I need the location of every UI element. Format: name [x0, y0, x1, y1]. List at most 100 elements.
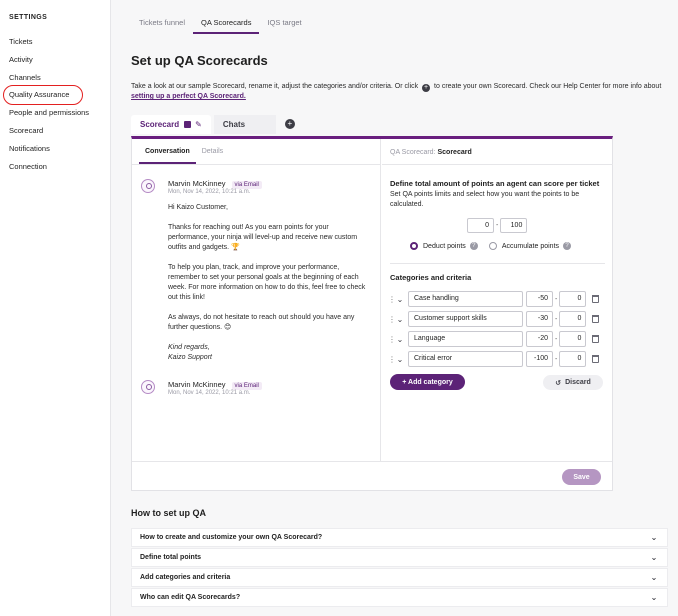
criterion-row: ⋮ ⌄ Critical error -100 - 0: [388, 351, 608, 367]
accordion-item[interactable]: Add categories and criteria ⌄: [131, 568, 668, 587]
message-sender: Marvin McKinney via Email: [168, 179, 262, 189]
range-dash: -: [555, 335, 558, 343]
criterion-max-input[interactable]: 0: [559, 351, 587, 367]
drag-handle-icon[interactable]: ⋮: [388, 295, 396, 304]
message-sign-2: Kaizo Support: [168, 354, 212, 361]
intro-after: to create your own Scorecard. Check our …: [434, 83, 662, 90]
discard-button[interactable]: ↺ Discard: [543, 375, 603, 390]
help-center-link[interactable]: setting up a perfect QA Scorecard.: [131, 93, 246, 100]
intro-text: Take a look at our sample Scorecard, ren…: [131, 82, 671, 102]
points-description: Set QA points limits and select how you …: [390, 191, 580, 208]
criterion-name-input[interactable]: Customer support skills: [408, 311, 523, 327]
deduct-label: Deduct points: [423, 242, 466, 250]
criterion-name-input[interactable]: Critical error: [408, 351, 523, 367]
criterion-name-input[interactable]: Language: [408, 331, 523, 347]
drag-handle-icon[interactable]: ⋮: [388, 315, 396, 324]
criterion-min-input[interactable]: -100: [526, 351, 553, 367]
accordion-label: Define total points: [140, 554, 202, 561]
chevron-down-icon[interactable]: ⌄: [395, 295, 405, 304]
sender-name: Marvin McKinney: [168, 179, 226, 188]
sidebar-item-people-and-permissions[interactable]: People and permissions: [0, 104, 110, 122]
criterion-name-input[interactable]: Case handling: [408, 291, 523, 307]
drag-handle-icon[interactable]: ⋮: [388, 355, 396, 364]
via-email-badge: via Email: [231, 382, 262, 390]
sidebar-item-channels[interactable]: Channels: [0, 69, 110, 87]
sidebar-item-connection[interactable]: Connection: [0, 158, 110, 176]
save-button[interactable]: Save: [562, 469, 601, 485]
page-title: Set up QA Scorecards: [131, 53, 268, 68]
criterion-max-input[interactable]: 0: [559, 291, 587, 307]
deduct-option[interactable]: Deduct points ?: [410, 242, 478, 250]
message-sender: Marvin McKinney via Email: [168, 380, 262, 390]
chevron-down-icon: ⌄: [650, 573, 658, 582]
min-points-input[interactable]: 0: [467, 218, 494, 233]
scorecard-config-panel: QA Scorecard: Scorecard Define total amo…: [382, 139, 613, 461]
criterion-max-input[interactable]: 0: [559, 331, 587, 347]
settings-sidebar: SETTINGS Tickets Activity Channels Quali…: [0, 0, 111, 616]
main-content: Tickets funnel QA Scorecards IQS target …: [111, 0, 678, 616]
sender-name: Marvin McKinney: [168, 380, 226, 389]
accordion-item[interactable]: Define total points ⌄: [131, 548, 668, 567]
tab-chats[interactable]: Chats: [213, 115, 276, 134]
criterion-min-input[interactable]: -50: [526, 291, 553, 307]
range-dash: -: [555, 295, 558, 303]
criterion-row: ⋮ ⌄ Customer support skills -30 - 0: [388, 311, 608, 327]
plus-circle-icon: +: [422, 84, 431, 92]
deduct-radio[interactable]: [410, 242, 418, 250]
scorecard-header-label: QA Scorecard:: [390, 149, 436, 156]
tab-tickets-funnel[interactable]: Tickets funnel: [131, 0, 193, 34]
trash-icon[interactable]: [592, 355, 600, 363]
sidebar-heading: SETTINGS: [9, 14, 48, 21]
discard-label: Discard: [565, 379, 591, 386]
scorecard-header: QA Scorecard: Scorecard: [382, 139, 613, 165]
tab-iqs-target[interactable]: IQS target: [259, 0, 309, 34]
add-scorecard-button[interactable]: +: [284, 119, 295, 129]
criterion-max-input[interactable]: 0: [559, 311, 587, 327]
pencil-icon[interactable]: ✎: [195, 120, 202, 129]
top-tabs: Tickets funnel QA Scorecards IQS target: [131, 0, 310, 34]
add-category-button[interactable]: + Add category: [390, 374, 465, 390]
tab-conversation[interactable]: Conversation: [139, 139, 196, 164]
help-icon[interactable]: ?: [469, 242, 478, 250]
criterion-min-input[interactable]: -30: [526, 311, 553, 327]
intro-before: Take a look at our sample Scorecard, ren…: [131, 83, 419, 90]
accumulate-option[interactable]: Accumulate points ?: [488, 242, 572, 250]
accumulate-label: Accumulate points: [501, 242, 560, 250]
accumulate-radio[interactable]: [488, 242, 497, 250]
max-points-input[interactable]: 100: [500, 218, 528, 233]
range-dash: -: [555, 315, 558, 323]
trash-icon[interactable]: [592, 315, 600, 323]
sidebar-item-activity[interactable]: Activity: [0, 51, 110, 69]
chevron-down-icon[interactable]: ⌄: [395, 355, 405, 364]
sidebar-item-tickets[interactable]: Tickets: [0, 33, 110, 51]
highlight-ring: [3, 85, 83, 106]
card-footer: Save: [132, 461, 612, 491]
divider: [390, 263, 605, 264]
help-icon[interactable]: ?: [563, 242, 572, 250]
drag-handle-icon[interactable]: ⋮: [388, 335, 396, 344]
archive-icon[interactable]: [184, 121, 192, 128]
sidebar-item-quality-assurance[interactable]: Quality Assurance: [0, 85, 110, 106]
accordion-label: Add categories and criteria: [140, 574, 231, 581]
tab-details[interactable]: Details: [196, 139, 229, 164]
criterion-min-input[interactable]: -20: [526, 331, 553, 347]
chevron-down-icon[interactable]: ⌄: [395, 315, 405, 324]
message-sign-1: Kind regards,: [168, 344, 210, 351]
tab-qa-scorecards[interactable]: QA Scorecards: [193, 0, 260, 34]
trash-icon[interactable]: [592, 295, 600, 303]
chevron-down-icon: ⌄: [650, 553, 658, 562]
accordion-item[interactable]: How to create and customize your own QA …: [131, 528, 668, 547]
points-mode: Deduct points ? Accumulate points ?: [410, 242, 582, 250]
range-dash: -: [496, 222, 499, 229]
criterion-row: ⋮ ⌄ Case handling -50 - 0: [388, 291, 608, 307]
message-body-text: Hi Kaizo Customer, Thanks for reaching o…: [168, 203, 370, 363]
tab-scorecard[interactable]: Scorecard ✎: [131, 115, 211, 134]
trash-icon[interactable]: [592, 335, 600, 343]
accordion-label: Who can edit QA Scorecards?: [140, 594, 241, 601]
accordion-item[interactable]: Who can edit QA Scorecards? ⌄: [131, 588, 668, 607]
scorecard-card: Conversation Details Marvin McKinney via …: [131, 136, 613, 491]
sidebar-item-scorecard[interactable]: Scorecard: [0, 122, 110, 140]
chevron-down-icon: ⌄: [650, 593, 658, 602]
sidebar-item-notifications[interactable]: Notifications: [0, 140, 110, 158]
chevron-down-icon[interactable]: ⌄: [395, 335, 405, 344]
